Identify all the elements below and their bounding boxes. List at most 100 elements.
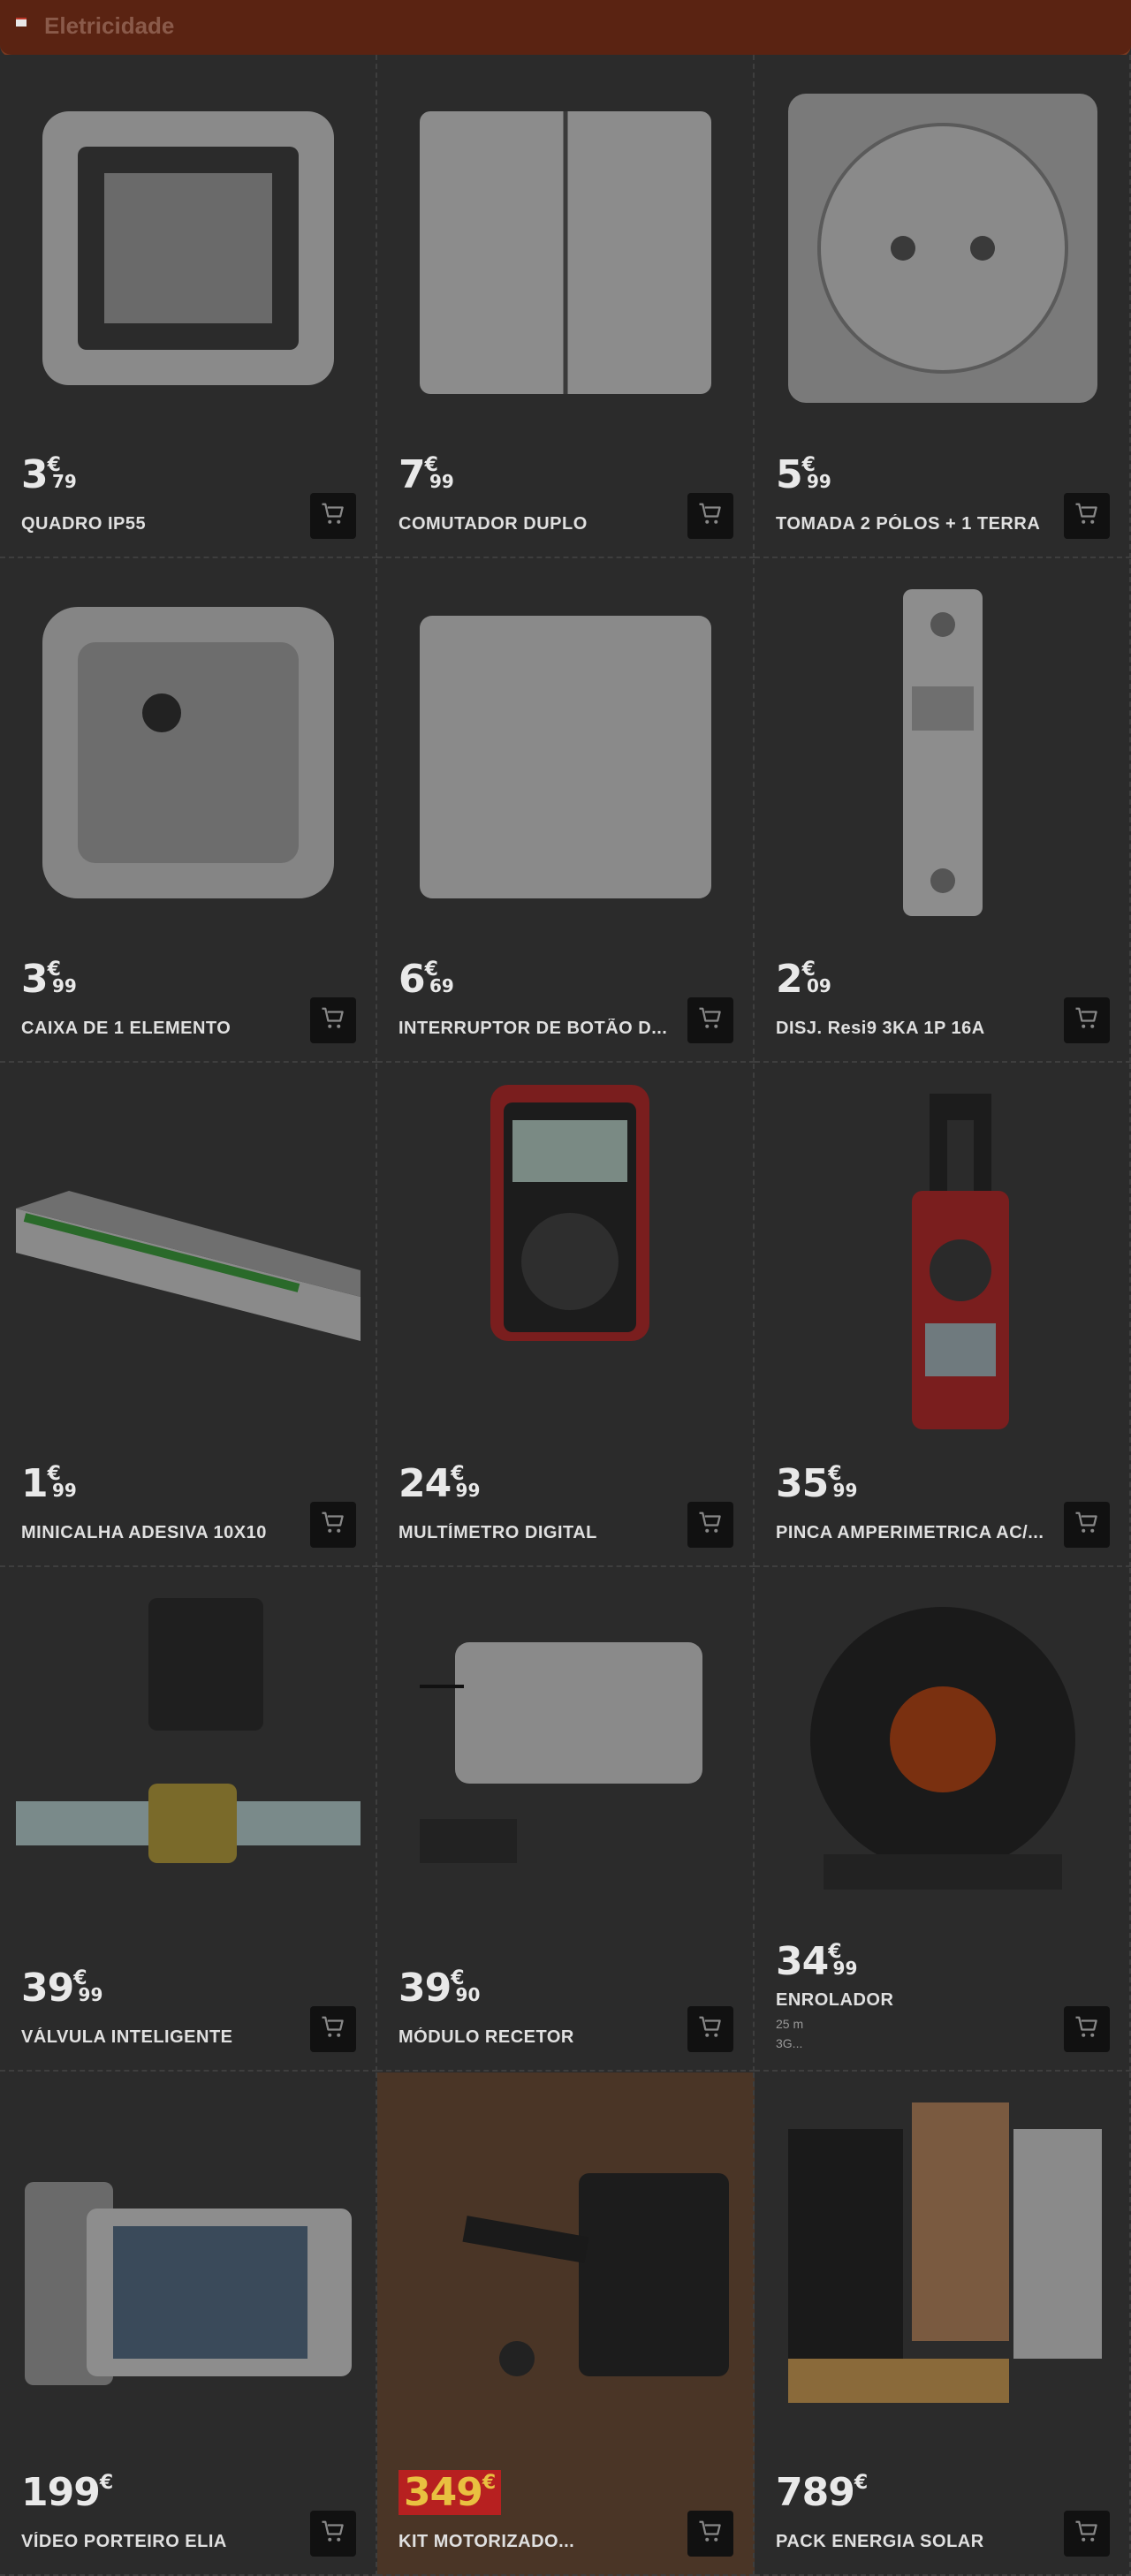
price-integer: 1	[21, 1461, 49, 1506]
solar-pack-icon[interactable]	[770, 2094, 1115, 2438]
add-to-cart-button[interactable]	[310, 997, 356, 1043]
product-card[interactable]: 39€99 VÁLVULA INTELIGENTE	[0, 1568, 377, 2072]
gate-motor-icon[interactable]	[393, 2094, 738, 2438]
product-card[interactable]: 5€99 TOMADA 2 PÓLOS + 1 TERRA	[755, 55, 1131, 558]
multimeter-icon[interactable]	[393, 1085, 738, 1429]
product-name[interactable]: KIT MOTORIZADO...	[399, 2532, 690, 2552]
product-name[interactable]: MÓDULO RECETOR	[399, 2027, 690, 2048]
product-name[interactable]: CAIXA DE 1 ELEMENTO	[21, 1019, 313, 1039]
price-integer: 3	[21, 957, 49, 1002]
product-card[interactable]: 7€99 COMUTADOR DUPLO	[377, 55, 755, 558]
socket-icon[interactable]	[770, 76, 1115, 420]
cart-icon	[697, 501, 724, 532]
product-card[interactable]: 789€ PACK ENERGIA SOLAR	[755, 2072, 1131, 2576]
video-intercom-icon[interactable]	[16, 2094, 361, 2438]
price-currency: €	[854, 2472, 869, 2494]
add-to-cart-button[interactable]	[687, 997, 733, 1043]
clamp-meter-icon[interactable]	[770, 1085, 1115, 1429]
cart-icon	[1074, 2519, 1100, 2549]
add-to-cart-button[interactable]	[1064, 2511, 1110, 2557]
add-to-cart-button[interactable]	[310, 2511, 356, 2557]
add-to-cart-button[interactable]	[1064, 2006, 1110, 2052]
cart-icon	[1074, 501, 1100, 532]
product-name[interactable]: DISJ. Resi9 3KA 1P 16A	[776, 1019, 1067, 1039]
box-icon[interactable]	[16, 580, 361, 925]
button-switch-icon[interactable]	[393, 580, 738, 925]
add-to-cart-button[interactable]	[1064, 1502, 1110, 1548]
product-price: 35€99	[776, 1461, 866, 1506]
product-price: 7€99	[399, 452, 463, 497]
switch-icon[interactable]	[393, 76, 738, 420]
cart-icon	[697, 2519, 724, 2549]
cart-icon	[1074, 1005, 1100, 1036]
add-to-cart-button[interactable]	[687, 2511, 733, 2557]
product-name[interactable]: PACK ENERGIA SOLAR	[776, 2532, 1067, 2552]
add-to-cart-button[interactable]	[687, 1502, 733, 1548]
product-name[interactable]: COMUTADOR DUPLO	[399, 514, 690, 534]
product-name[interactable]: VÁLVULA INTELIGENTE	[21, 2027, 313, 2048]
product-name[interactable]: MINICALHA ADESIVA 10X10	[21, 1523, 313, 1543]
price-integer: 6	[399, 957, 426, 1002]
trunking-icon[interactable]	[16, 1085, 361, 1429]
product-card[interactable]: 2€09 DISJ. Resi9 3KA 1P 16A	[755, 559, 1131, 1063]
product-name[interactable]: QUADRO IP55	[21, 514, 313, 534]
frame-icon[interactable]	[16, 76, 361, 420]
product-card[interactable]: 34€99 ENROLADOR 25 m 3G...	[755, 1568, 1131, 2072]
cart-icon	[697, 1005, 724, 1036]
breaker-icon[interactable]	[770, 580, 1115, 925]
category-header: Eletricidade	[0, 0, 1131, 57]
product-price: 789€	[776, 2470, 868, 2515]
price-integer: 39	[399, 1966, 452, 2011]
cart-icon	[697, 1510, 724, 1541]
product-name[interactable]: MULTÍMETRO DIGITAL	[399, 1523, 690, 1543]
price-decimals: 99	[51, 975, 77, 996]
product-price: 6€69	[399, 957, 463, 1002]
price-decimals: 99	[806, 471, 831, 492]
add-to-cart-button[interactable]	[310, 493, 356, 539]
receiver-icon[interactable]	[393, 1589, 738, 1934]
product-price: 1€99	[21, 1461, 86, 1506]
product-price: 199€	[21, 2470, 113, 2515]
product-name[interactable]: VÍDEO PORTEIRO ELIA	[21, 2532, 313, 2552]
price-integer: 789	[776, 2470, 855, 2515]
valve-icon[interactable]	[16, 1589, 361, 1934]
product-name[interactable]: ENROLADOR	[776, 1990, 1067, 2011]
product-card[interactable]: 349€ KIT MOTORIZADO...	[377, 2072, 755, 2576]
add-to-cart-button[interactable]	[1064, 493, 1110, 539]
add-to-cart-button[interactable]	[687, 493, 733, 539]
product-card[interactable]: 6€69 INTERRUPTOR DE BOTÃO D...	[377, 559, 755, 1063]
product-price: 39€90	[399, 1966, 489, 2011]
price-integer: 349	[404, 2470, 483, 2515]
price-decimals: 99	[832, 1958, 858, 1979]
product-name[interactable]: TOMADA 2 PÓLOS + 1 TERRA	[776, 514, 1067, 534]
product-price: 3€79	[21, 452, 86, 497]
flag-icon	[16, 18, 27, 27]
product-price: 2€09	[776, 957, 840, 1002]
price-integer: 199	[21, 2470, 101, 2515]
product-price: 5€99	[776, 452, 840, 497]
product-card[interactable]: 199€ VÍDEO PORTEIRO ELIA	[0, 2072, 377, 2576]
price-decimals: 79	[51, 471, 77, 492]
cart-icon	[1074, 2014, 1100, 2045]
price-integer: 2	[776, 957, 803, 1002]
cable-reel-icon[interactable]	[770, 1589, 1115, 1934]
price-currency: €	[482, 2472, 497, 2494]
price-integer: 35	[776, 1461, 829, 1506]
product-card[interactable]: 3€99 CAIXA DE 1 ELEMENTO	[0, 559, 377, 1063]
cart-icon	[320, 1005, 346, 1036]
add-to-cart-button[interactable]	[310, 2006, 356, 2052]
add-to-cart-button[interactable]	[687, 2006, 733, 2052]
add-to-cart-button[interactable]	[1064, 997, 1110, 1043]
product-price: 349€	[399, 2470, 502, 2515]
price-integer: 3	[21, 452, 49, 497]
product-card[interactable]: 35€99 PINCA AMPERIMETRICA AC/...	[755, 1064, 1131, 1567]
product-card[interactable]: 24€99 MULTÍMETRO DIGITAL	[377, 1064, 755, 1567]
add-to-cart-button[interactable]	[310, 1502, 356, 1548]
product-card[interactable]: 39€90 MÓDULO RECETOR	[377, 1568, 755, 2072]
product-name[interactable]: INTERRUPTOR DE BOTÃO D...	[399, 1019, 690, 1039]
product-detail: 3G...	[776, 2036, 803, 2050]
product-price: 34€99	[776, 1939, 866, 1984]
product-name[interactable]: PINCA AMPERIMETRICA AC/...	[776, 1523, 1067, 1543]
product-card[interactable]: 3€79 QUADRO IP55	[0, 55, 377, 558]
product-card[interactable]: 1€99 MINICALHA ADESIVA 10X10	[0, 1064, 377, 1567]
